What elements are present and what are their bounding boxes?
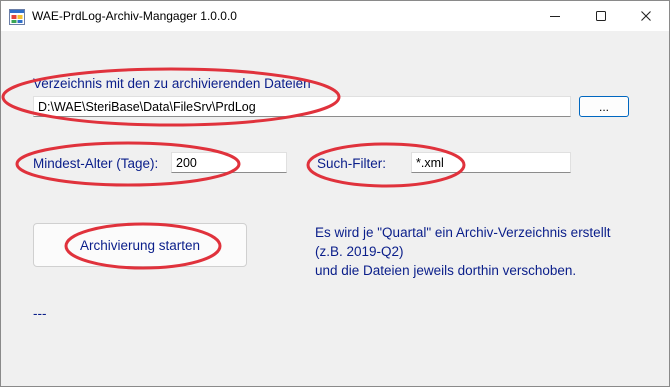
main-window: WAE-PrdLog-Archiv-Mangager 1.0.0.0 Verze… xyxy=(0,0,670,387)
client-area: Verzeichnis mit den zu archivierenden Da… xyxy=(1,31,669,386)
maximize-button[interactable] xyxy=(578,1,624,31)
start-archiving-button[interactable]: Archivierung starten xyxy=(33,223,247,267)
info-line: Es wird je "Quartal" ein Archiv-Verzeich… xyxy=(315,225,611,240)
close-button[interactable] xyxy=(623,1,669,31)
min-age-label: Mindest-Alter (Tage): xyxy=(33,156,159,171)
search-filter-input[interactable] xyxy=(411,152,571,173)
close-icon xyxy=(641,11,651,21)
min-age-input[interactable] xyxy=(171,152,287,173)
app-window-icon xyxy=(9,9,25,25)
info-line: (z.B. 2019-Q2) xyxy=(315,244,404,259)
minimize-icon xyxy=(550,16,560,17)
browse-button[interactable]: ... xyxy=(579,96,629,117)
maximize-icon xyxy=(596,11,606,21)
minimize-button[interactable] xyxy=(532,1,578,31)
status-text: --- xyxy=(33,306,47,321)
folder-label: Verzeichnis mit den zu archivierenden Da… xyxy=(33,76,311,91)
info-text: Es wird je "Quartal" ein Archiv-Verzeich… xyxy=(315,223,655,280)
title-bar: WAE-PrdLog-Archiv-Mangager 1.0.0.0 xyxy=(1,1,669,31)
window-title: WAE-PrdLog-Archiv-Mangager 1.0.0.0 xyxy=(32,9,237,23)
folder-path-input[interactable] xyxy=(33,96,571,117)
info-line: und die Dateien jeweils dorthin verschob… xyxy=(315,263,577,278)
search-filter-label: Such-Filter: xyxy=(317,156,387,171)
